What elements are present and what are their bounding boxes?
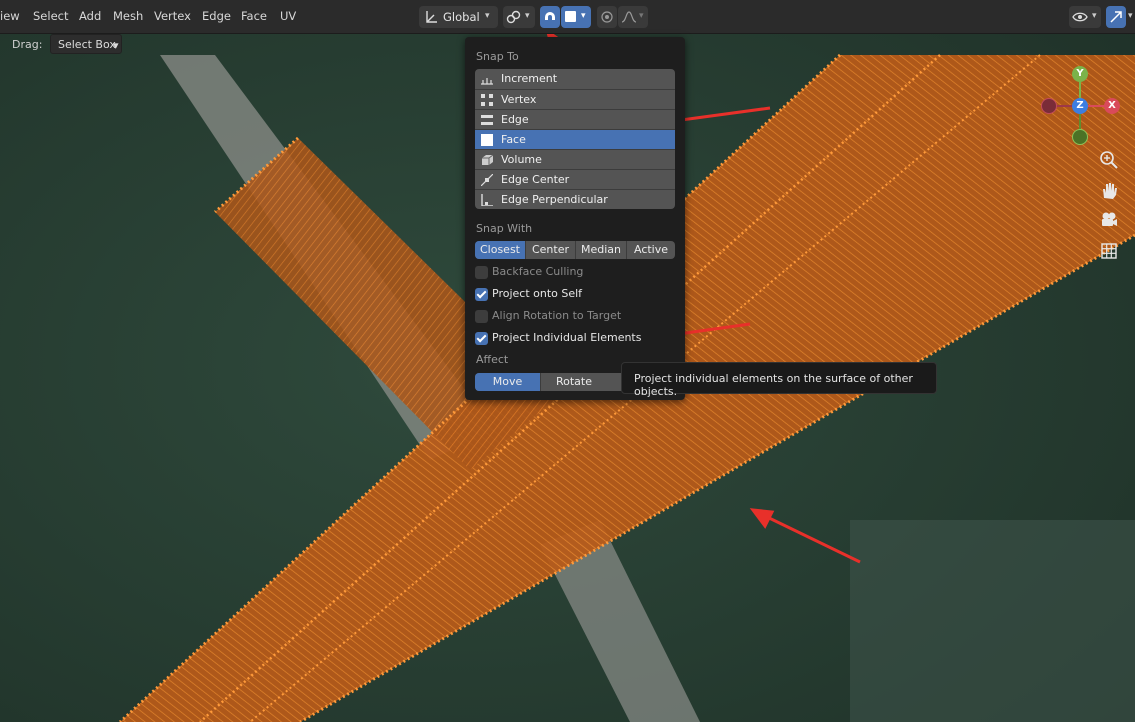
orientation-label: Global (443, 10, 480, 24)
snap-with-center-button[interactable]: Center (525, 241, 575, 259)
snap-to-label: Volume (501, 153, 542, 166)
snap-to-label: Vertex (501, 93, 537, 106)
snap-with-title: Snap With (476, 222, 533, 235)
chevron-down-icon: ▾ (113, 39, 119, 52)
snap-to-label: Face (501, 133, 526, 146)
snap-with-segmented-control: Closest Center Median Active (475, 241, 675, 259)
menu-vertex[interactable]: Vertex (154, 9, 191, 23)
menu-select[interactable]: Select (33, 9, 68, 23)
hand-pan-icon[interactable] (1099, 180, 1119, 200)
snap-with-closest-button[interactable]: Closest (475, 241, 525, 259)
option-label: Project onto Self (492, 287, 583, 300)
magnet-icon (545, 12, 555, 20)
chevron-down-icon: ▾ (639, 11, 644, 21)
proportional-falloff-dropdown[interactable]: ▾ (618, 6, 648, 28)
segment-label: Active (633, 243, 669, 256)
drag-select-value: Select Box (58, 38, 116, 51)
increment-icon (481, 78, 493, 85)
snap-to-list: Increment Vertex Edge Face Volume Edge C… (475, 69, 675, 209)
camera-icon[interactable] (1099, 210, 1119, 230)
chevron-down-icon: ▾ (1092, 11, 1097, 21)
snap-settings-popover: Snap To Increment Vertex Edge Face Volum… (465, 37, 685, 400)
project-individual-elements-checkbox[interactable] (475, 332, 488, 345)
snap-to-edge-center[interactable]: Edge Center (475, 169, 675, 189)
transform-orientation-dropdown[interactable]: Global ▾ (419, 6, 498, 28)
affect-move-button[interactable]: Move (475, 373, 540, 391)
menu-mesh[interactable]: Mesh (113, 9, 143, 23)
option-label: Project Individual Elements (492, 331, 642, 344)
menu-view[interactable]: iew (0, 9, 20, 23)
snap-target-dropdown[interactable]: ▾ (561, 6, 591, 28)
chevron-down-icon: ▾ (581, 11, 586, 21)
proportional-circle-icon (601, 11, 613, 23)
edge-center-icon (481, 174, 493, 186)
visibility-dropdown[interactable]: ▾ (1069, 6, 1101, 28)
backface-culling-checkbox[interactable] (475, 266, 488, 279)
gizmo-z-axis[interactable]: Z (1072, 98, 1088, 114)
snap-toggle-button[interactable] (540, 6, 560, 28)
menu-add[interactable]: Add (79, 9, 101, 23)
chevron-down-icon: ▾ (525, 11, 530, 21)
project-onto-self-checkbox[interactable] (475, 288, 488, 301)
eye-icon (1072, 12, 1088, 22)
tooltip: Project individual elements on the surfa… (621, 362, 937, 398)
align-rotation-option[interactable]: Align Rotation to Target (475, 309, 675, 325)
snap-to-vertex[interactable]: Vertex (475, 89, 675, 109)
tooltip-text: Project individual elements on the surfa… (634, 372, 913, 398)
face-square-icon (565, 11, 576, 22)
orientation-axes-icon (426, 11, 437, 23)
vertex-icon (481, 94, 493, 106)
gizmo-arrow-icon (1110, 11, 1122, 23)
snap-to-label: Edge (501, 113, 529, 126)
chevron-down-icon[interactable]: ▾ (1128, 11, 1133, 21)
snap-to-edge[interactable]: Edge (475, 109, 675, 129)
snap-to-volume[interactable]: Volume (475, 149, 675, 169)
face-icon (481, 134, 493, 146)
edge-icon (481, 115, 493, 125)
pivot-point-dropdown[interactable]: ▾ (503, 6, 535, 28)
backface-culling-option[interactable]: Backface Culling (475, 265, 675, 281)
segment-label: Closest (479, 243, 520, 256)
gizmo-y-axis[interactable]: Y (1072, 66, 1088, 82)
drag-select-dropdown[interactable]: Select Box ▾ (50, 34, 122, 54)
zoom-icon[interactable] (1099, 150, 1119, 170)
grid-icon[interactable] (1099, 241, 1119, 261)
proportional-editing-toggle[interactable] (597, 6, 617, 28)
option-label: Backface Culling (492, 265, 584, 278)
viewport-header: iew Select Add Mesh Vertex Edge Face UV … (0, 0, 1135, 34)
snap-to-label: Edge Perpendicular (501, 193, 608, 206)
option-label: Align Rotation to Target (492, 309, 622, 322)
snap-to-increment[interactable]: Increment (475, 69, 675, 89)
falloff-curve-icon (621, 11, 637, 23)
segment-label: Median (580, 243, 621, 256)
align-rotation-checkbox[interactable] (475, 310, 488, 323)
menu-uv[interactable]: UV (280, 9, 296, 23)
volume-icon (482, 154, 493, 165)
segment-label: Center (531, 243, 570, 256)
snap-to-title: Snap To (476, 50, 519, 63)
edge-perpendicular-icon (481, 194, 493, 206)
segment-label: Move (492, 375, 523, 388)
gizmo-x-axis[interactable]: X (1104, 98, 1120, 114)
snap-to-label: Increment (501, 72, 558, 85)
snap-with-median-button[interactable]: Median (575, 241, 626, 259)
gizmo-neg-x-axis[interactable] (1041, 98, 1057, 114)
snap-to-edge-perpendicular[interactable]: Edge Perpendicular (475, 189, 675, 209)
pivot-link-icon (506, 10, 521, 24)
snap-to-face[interactable]: Face (475, 129, 675, 149)
menu-edge[interactable]: Edge (202, 9, 231, 23)
affect-title: Affect (476, 353, 509, 366)
project-individual-elements-option[interactable]: Project Individual Elements (475, 331, 675, 347)
menu-face[interactable]: Face (241, 9, 267, 23)
affect-rotate-button[interactable]: Rotate (540, 373, 607, 391)
project-onto-self-option[interactable]: Project onto Self (475, 287, 675, 303)
drag-label: Drag: (12, 38, 43, 51)
segment-label: Rotate (555, 375, 592, 388)
snap-with-active-button[interactable]: Active (626, 241, 675, 259)
chevron-down-icon: ▾ (485, 11, 490, 21)
gizmo-toggle-button[interactable] (1106, 6, 1126, 28)
snap-to-label: Edge Center (501, 173, 570, 186)
gizmo-neg-y-axis[interactable] (1072, 129, 1088, 145)
